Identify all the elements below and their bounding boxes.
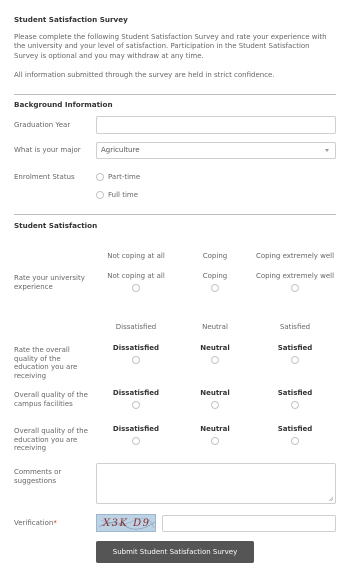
intro-paragraph: Please complete the following Student Sa… [14,33,327,60]
option-part-time-label: Part-time [108,173,141,181]
captcha-image: X3K D9 [96,514,156,532]
required-marker: * [53,519,57,527]
comments-label: Comments or suggestions [14,468,62,485]
satisfaction-heading: Student Satisfaction [14,221,98,230]
option-label: Satisfied [277,425,313,433]
enrolment-status-label: Enrolment Status [14,173,75,181]
question-university-experience: Rate your university experience [14,274,85,291]
major-selected-value: Agriculture [101,146,140,154]
option-label: Dissatisfied [112,389,160,397]
radio-part-time[interactable] [96,173,104,181]
q1-radio-coping[interactable] [211,284,219,292]
option-label: Dissatisfied [112,425,160,433]
q4-radio-satisfied[interactable] [291,437,299,445]
confidentiality-note: All information submitted through the su… [14,71,275,79]
q2-radio-neutral[interactable] [211,356,219,364]
question-education-receiving: Overall quality of the education you are… [14,427,88,452]
scale-header: Coping [202,252,228,260]
chevron-down-icon [325,149,329,152]
option-label: Satisfied [277,389,313,397]
option-label: Dissatisfied [112,344,160,352]
section-divider [14,94,336,95]
captcha-text: X3K D9 [103,518,151,529]
option-label: Satisfied [277,344,313,352]
option-label: Not coping at all [107,272,165,280]
q3-radio-satisfied[interactable] [291,401,299,409]
question-campus-facilities: Overall quality of the campus facilities [14,391,88,408]
scale-header: Neutral [202,323,228,331]
q1-radio-coping-extremely-well[interactable] [291,284,299,292]
verification-label-text: Verification [14,519,54,527]
submit-button[interactable]: Submit Student Satisfaction Survey [96,541,254,563]
option-label: Coping extremely well [255,272,335,280]
graduation-year-input[interactable] [96,116,336,134]
q3-radio-dissatisfied[interactable] [132,401,140,409]
option-full-time-label: Full time [108,191,139,199]
comments-textarea[interactable] [96,463,336,504]
radio-full-time[interactable] [96,191,104,199]
q2-radio-dissatisfied[interactable] [132,356,140,364]
scale-header: Not coping at all [107,252,165,260]
section-divider [14,214,336,215]
q1-radio-not-coping[interactable] [132,284,140,292]
q4-radio-neutral[interactable] [211,437,219,445]
resize-handle-icon[interactable] [328,496,334,502]
verification-input[interactable] [162,515,336,532]
option-label: Neutral [200,344,230,352]
major-select[interactable]: Agriculture [96,142,336,159]
form-title: Student Satisfaction Survey [14,15,128,24]
scale-header: Dissatisfied [115,323,157,331]
verification-label: Verification* [14,519,57,528]
major-label: What is your major [14,146,81,154]
graduation-year-label: Graduation Year [14,121,71,129]
q2-radio-satisfied[interactable] [291,356,299,364]
q3-radio-neutral[interactable] [211,401,219,409]
option-label: Coping [202,272,228,280]
scale-header: Coping extremely well [255,252,335,260]
scale-header: Satisfied [279,323,311,331]
question-education-quality: Rate the overall quality of the educatio… [14,346,78,380]
q4-radio-dissatisfied[interactable] [132,437,140,445]
background-heading: Background Information [14,100,113,109]
option-label: Neutral [200,389,230,397]
option-label: Neutral [200,425,230,433]
